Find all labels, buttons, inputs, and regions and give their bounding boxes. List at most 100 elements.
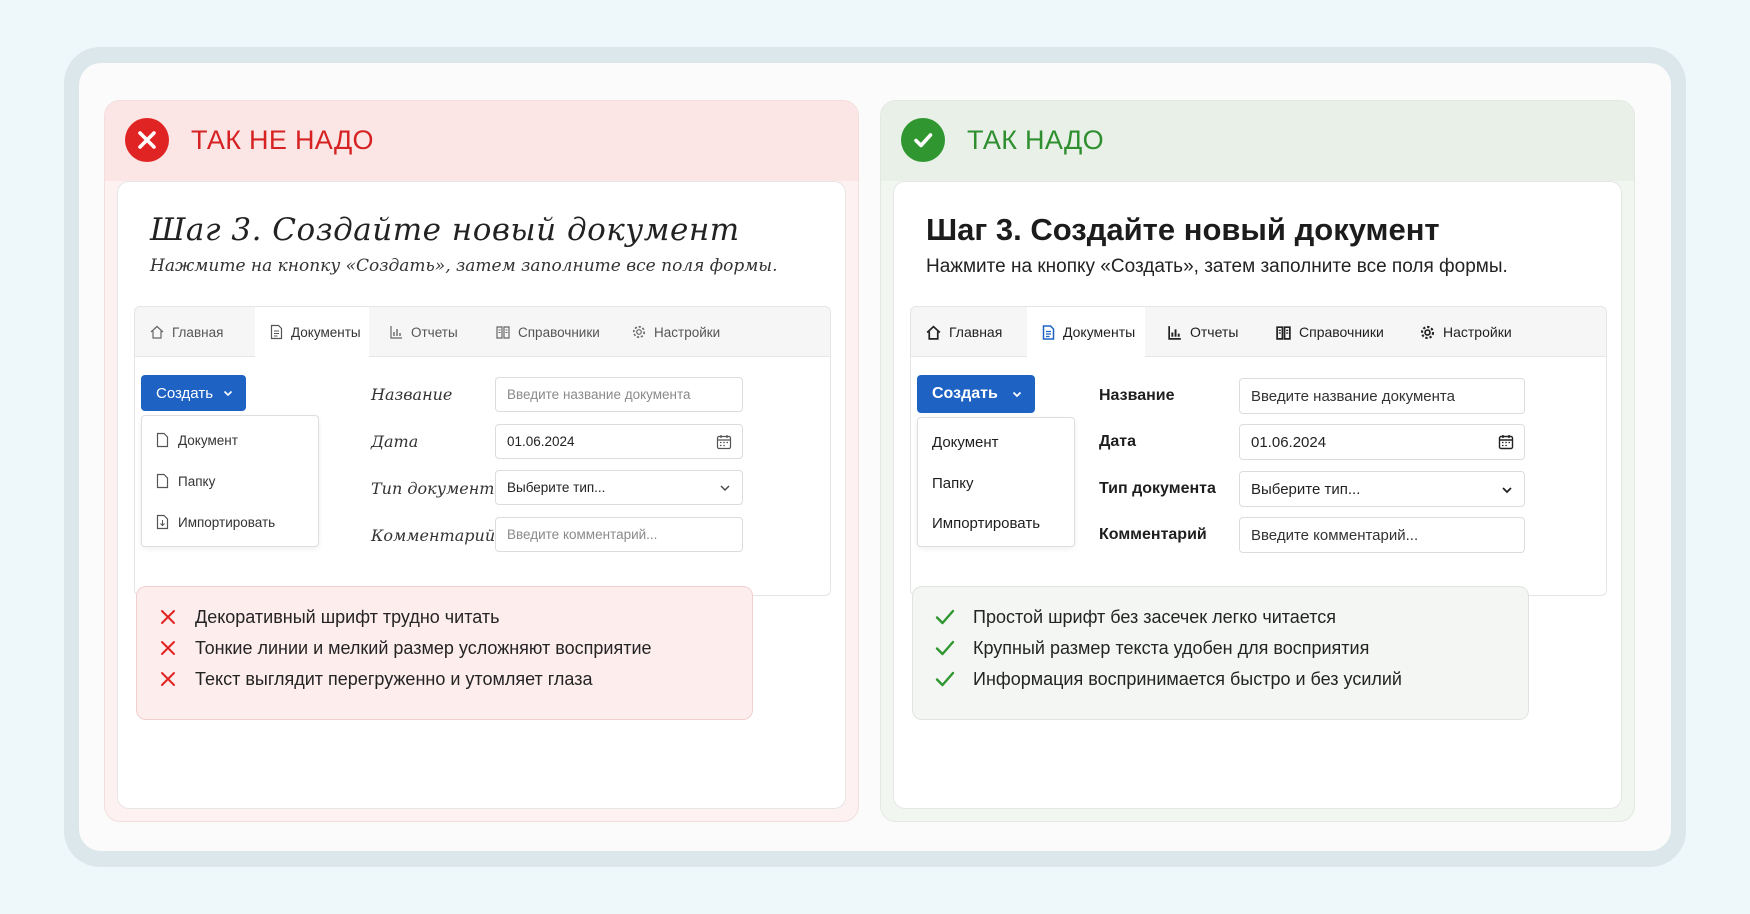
note-item: Информация воспринимается быстро и без у… [935, 667, 1402, 691]
tab-documents[interactable]: Документы [1027, 307, 1145, 357]
menu-item-label: Документ [178, 432, 238, 448]
name-input[interactable]: Введите название документа [495, 377, 743, 412]
name-label: Название [371, 385, 453, 404]
step-title: Шаг 3. Создайте новый документ [926, 212, 1440, 247]
name-input[interactable]: Введите название документа [1239, 378, 1525, 414]
good-panel-header: ТАК НАДО [881, 101, 1634, 181]
tab-documents[interactable]: Документы [255, 307, 369, 357]
name-label: Название [1099, 387, 1175, 404]
file-icon [156, 432, 169, 448]
menu-item-folder[interactable]: Папку [156, 471, 215, 491]
name-placeholder: Введите название документа [1251, 387, 1455, 405]
note-item: Текст выглядит перегруженно и утомляет г… [159, 667, 592, 691]
menu-item-label: Импортировать [932, 514, 1041, 532]
cross-icon [161, 672, 175, 686]
book-icon [1276, 325, 1291, 340]
doc-type-select[interactable]: Выберите тип... [495, 470, 743, 505]
note-item: Крупный размер текста удобен для восприя… [935, 636, 1369, 660]
create-button-label: Создать [932, 385, 998, 402]
create-button-label: Создать [156, 384, 214, 402]
bad-example-card: Шаг 3. Создайте новый документ Нажмите н… [117, 181, 846, 809]
date-label: Дата [371, 432, 419, 451]
comment-placeholder: Введите комментарий... [507, 527, 658, 542]
comment-placeholder: Введите комментарий... [1251, 526, 1419, 544]
tab-reports[interactable]: Отчеты [369, 307, 481, 357]
good-notes-box: Простой шрифт без засечек легко читается… [912, 586, 1529, 720]
tab-label: Документы [1063, 324, 1136, 340]
menu-item-label: Папку [178, 473, 216, 489]
tab-references[interactable]: Справочники [481, 307, 617, 357]
check-icon [935, 609, 955, 625]
menu-item-document[interactable]: Документ [932, 432, 999, 452]
good-panel-title: ТАК НАДО [967, 125, 1104, 155]
doc-type-label: Тип документа [371, 479, 504, 498]
date-value: 01.06.2024 [507, 434, 575, 449]
report-icon [390, 326, 402, 339]
tab-references[interactable]: Справочники [1261, 307, 1405, 357]
document-icon [270, 324, 283, 340]
create-button[interactable]: Создать [917, 375, 1035, 413]
tab-bar: Главная Документы Отчеты Справочники Нас… [911, 307, 1606, 357]
tab-home[interactable]: Главная [135, 307, 255, 357]
check-circle-icon [901, 118, 945, 162]
good-example-card: Шаг 3. Создайте новый документ Нажмите н… [893, 181, 1622, 809]
home-icon [150, 325, 164, 339]
chevron-down-icon [720, 485, 730, 491]
note-text: Тонкие линии и мелкий размер усложняют в… [195, 637, 652, 658]
note-text: Текст выглядит перегруженно и утомляет г… [195, 668, 593, 689]
chevron-down-icon [1502, 487, 1512, 494]
tab-label: Главная [172, 324, 224, 340]
file-icon [156, 473, 169, 489]
book-icon [496, 326, 510, 339]
menu-item-label: Документ [932, 433, 999, 451]
menu-item-folder[interactable]: Папку [932, 473, 973, 493]
note-text: Простой шрифт без засечек легко читается [973, 606, 1337, 627]
tab-label: Отчеты [1190, 324, 1239, 340]
note-text: Информация воспринимается быстро и без у… [973, 668, 1402, 689]
tab-settings[interactable]: Настройки [1405, 307, 1525, 357]
date-input[interactable]: 01.06.2024 [495, 424, 743, 459]
doc-type-select[interactable]: Выберите тип... [1239, 471, 1525, 507]
calendar-icon[interactable] [1498, 434, 1514, 450]
bad-notes-box: Декоративный шрифт трудно читать Тонкие … [136, 586, 753, 720]
menu-item-label: Папку [932, 474, 974, 492]
tab-label: Главная [949, 324, 1003, 340]
tab-label: Справочники [1299, 324, 1384, 340]
note-item: Простой шрифт без засечек легко читается [935, 605, 1336, 629]
cross-icon [161, 641, 175, 655]
tab-label: Настройки [654, 324, 721, 340]
cross-circle-icon [125, 118, 169, 162]
app-window: Главная Документы Отчеты Справочники Нас… [910, 306, 1607, 596]
doc-type-placeholder: Выберите тип... [1251, 480, 1361, 498]
bad-panel-header: ТАК НЕ НАДО [105, 101, 858, 181]
comment-label: Комментарий [1099, 526, 1207, 543]
date-label: Дата [1099, 433, 1137, 450]
bad-panel-title: ТАК НЕ НАДО [191, 125, 374, 155]
gear-icon [1420, 325, 1435, 339]
tab-reports[interactable]: Отчеты [1145, 307, 1261, 357]
date-value: 01.06.2024 [1251, 433, 1327, 451]
doc-type-label: Тип документа [1099, 480, 1216, 497]
home-icon [926, 325, 941, 340]
app-window: Главная Документы Отчеты Справочники Нас… [134, 306, 831, 596]
check-icon [935, 671, 955, 687]
tab-settings[interactable]: Настройки [617, 307, 737, 357]
tab-label: Отчеты [411, 324, 458, 340]
comment-input[interactable]: Введите комментарий... [495, 517, 743, 552]
create-button[interactable]: Создать [141, 375, 246, 411]
menu-item-label: Импортировать [178, 514, 276, 530]
cross-icon [161, 610, 175, 624]
menu-item-import[interactable]: Импортировать [156, 512, 275, 532]
tab-home[interactable]: Главная [911, 307, 1027, 357]
chevron-down-icon [223, 390, 233, 397]
menu-item-document[interactable]: Документ [156, 430, 238, 450]
comment-input[interactable]: Введите комментарий... [1239, 517, 1525, 553]
report-icon [1168, 325, 1181, 340]
comment-label: Комментарий [371, 526, 496, 545]
date-input[interactable]: 01.06.2024 [1239, 424, 1525, 460]
tab-label: Настройки [1443, 324, 1512, 340]
note-text: Декоративный шрифт трудно читать [195, 606, 500, 627]
menu-item-import[interactable]: Импортировать [932, 513, 1040, 533]
calendar-icon[interactable] [716, 434, 732, 450]
good-example-panel: ТАК НАДО Шаг 3. Создайте новый документ … [880, 100, 1635, 822]
